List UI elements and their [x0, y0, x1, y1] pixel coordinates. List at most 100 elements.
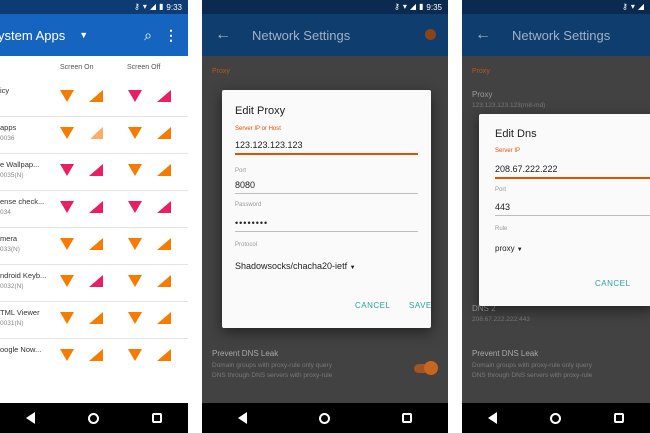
cellular-icon[interactable] — [157, 238, 171, 250]
list-item[interactable]: apps 0036 — [0, 117, 188, 154]
cellular-icon[interactable] — [157, 275, 171, 287]
proxy-value: 123.123.123.123(m8-md) — [472, 102, 546, 109]
cellular-icon[interactable] — [89, 238, 103, 250]
more-options-icon[interactable]: ⋮ — [164, 27, 178, 44]
wifi-icon[interactable] — [128, 164, 142, 176]
wifi-blocked-icon[interactable] — [60, 201, 74, 213]
nav-back-icon[interactable] — [26, 412, 36, 424]
column-screen-off: Screen Off — [127, 64, 161, 71]
cellular-icon[interactable] — [157, 127, 171, 139]
rule-label: Rule — [495, 226, 508, 232]
cellular-icon[interactable] — [89, 349, 103, 361]
page-title: Network Settings — [252, 27, 351, 43]
nav-home-icon[interactable] — [87, 412, 99, 424]
nav-bar — [202, 403, 448, 433]
wifi-icon[interactable] — [60, 312, 74, 324]
cellular-blocked-icon[interactable] — [157, 201, 171, 213]
nav-recents-icon[interactable] — [151, 413, 162, 423]
password-label: Password — [235, 202, 262, 208]
save-button[interactable]: SAVE — [409, 301, 432, 310]
wifi-status-icon: ▾ — [630, 2, 635, 11]
list-item[interactable]: ense check... 034 — [0, 191, 188, 228]
dropdown-arrow-icon[interactable]: ▼ — [79, 30, 88, 40]
nav-back-icon[interactable] — [238, 412, 247, 424]
cancel-button[interactable]: CANCEL — [355, 301, 390, 310]
server-input[interactable]: 208.67.222.222 — [495, 164, 650, 179]
phone-edit-dns: ⚷ ▾ ◢ ← Network Settings Proxy Proxy 123… — [462, 0, 650, 433]
list-item[interactable]: TML Viewer 0031(N) — [0, 302, 188, 339]
cellular-icon[interactable] — [157, 349, 171, 361]
cellular-icon[interactable] — [89, 90, 103, 102]
password-input[interactable]: •••••••• — [235, 218, 418, 232]
server-label: Server IP or Host — [235, 126, 281, 132]
nav-recents-icon[interactable] — [613, 413, 624, 423]
wifi-icon[interactable] — [128, 127, 142, 139]
warning-icon[interactable] — [425, 29, 436, 40]
list-item[interactable]: icy — [0, 80, 188, 117]
app-name: e Wallpap... — [0, 160, 40, 169]
nav-home-icon[interactable] — [319, 412, 330, 424]
battery-icon: ▮ — [419, 2, 424, 11]
edit-proxy-dialog: Edit Proxy Server IP or Host 123.123.123… — [222, 90, 431, 328]
status-time: 9:35 — [426, 2, 442, 12]
wifi-icon[interactable] — [60, 238, 74, 250]
protocol-select[interactable]: Shadowsocks/chacha20-ietf ▼ — [235, 261, 418, 274]
dropdown-arrow-icon: ▼ — [349, 265, 356, 271]
cellular-icon[interactable] — [157, 312, 171, 324]
list-item[interactable]: e Wallpap... 0035(N) — [0, 154, 188, 191]
rule-select[interactable]: proxy ▼ — [495, 244, 523, 256]
wifi-icon[interactable] — [60, 349, 74, 361]
list-item[interactable]: oogle Now... — [0, 339, 188, 376]
wifi-icon[interactable] — [128, 238, 142, 250]
dns-leak-toggle[interactable] — [414, 361, 438, 375]
back-arrow-icon[interactable]: ← — [468, 26, 498, 44]
port-input[interactable]: 443 — [495, 202, 650, 216]
nav-recents-icon[interactable] — [402, 413, 412, 423]
column-headers: Screen On Screen Off — [0, 56, 188, 80]
dialog-title: Edit Dns — [495, 128, 537, 140]
search-icon[interactable]: ⌕ — [144, 27, 152, 44]
back-arrow-icon[interactable]: ← — [208, 26, 238, 44]
cellular-blocked-icon[interactable] — [89, 275, 103, 287]
wifi-icon[interactable] — [128, 312, 142, 324]
wifi-blocked-icon[interactable] — [128, 90, 142, 102]
app-uid: 0035(N) — [0, 172, 24, 179]
cellular-blocked-icon[interactable] — [89, 201, 103, 213]
app-bar: ystem Apps ▼ ⌕ ⋮ — [0, 14, 188, 56]
wifi-icon[interactable] — [60, 90, 74, 102]
app-name: mera — [0, 234, 18, 243]
server-input[interactable]: 123.123.123.123 — [235, 140, 418, 155]
dns-leak-title: Prevent DNS Leak — [212, 349, 279, 358]
wifi-icon[interactable] — [60, 127, 74, 139]
dns-leak-sub-1: Domain groups with proxy-rule only query — [212, 362, 332, 369]
nav-back-icon[interactable] — [488, 412, 498, 424]
app-name: TML Viewer — [0, 308, 40, 317]
wifi-blocked-icon[interactable] — [128, 201, 142, 213]
status-bar: ⚷ ▾ ◢ ▮ 9:33 — [0, 0, 188, 14]
wifi-icon[interactable] — [128, 349, 142, 361]
app-name: ense check... — [0, 197, 45, 206]
list-item[interactable]: mera 033(N) — [0, 228, 188, 265]
dns-leak-title: Prevent DNS Leak — [472, 349, 539, 358]
cellular-blocked-icon[interactable] — [157, 90, 171, 102]
wifi-icon[interactable] — [128, 275, 142, 287]
cancel-button[interactable]: CANCEL — [595, 279, 630, 288]
port-input[interactable]: 8080 — [235, 180, 418, 194]
app-uid: 034 — [0, 209, 11, 216]
protocol-label: Protocol — [235, 242, 258, 248]
dns-leak-sub-2: DNS through DNS servers with proxy-rule — [212, 372, 333, 379]
signal-icon: ◢ — [149, 2, 157, 11]
cellular-icon[interactable] — [89, 312, 103, 324]
cellular-icon[interactable] — [157, 164, 171, 176]
app-name: icy — [0, 86, 10, 95]
list-item[interactable]: ndroid Keyb... 0032(N) — [0, 265, 188, 302]
nav-home-icon[interactable] — [549, 412, 561, 424]
app-uid: 033(N) — [0, 246, 20, 253]
app-uid: 0031(N) — [0, 320, 24, 327]
wifi-icon[interactable] — [60, 275, 74, 287]
cellular-partial-icon[interactable] — [89, 127, 103, 139]
cellular-blocked-icon[interactable] — [89, 164, 103, 176]
protocol-value: Shadowsocks/chacha20-ietf — [235, 261, 348, 271]
wifi-blocked-icon[interactable] — [60, 164, 74, 176]
key-icon: ⚷ — [393, 2, 400, 11]
